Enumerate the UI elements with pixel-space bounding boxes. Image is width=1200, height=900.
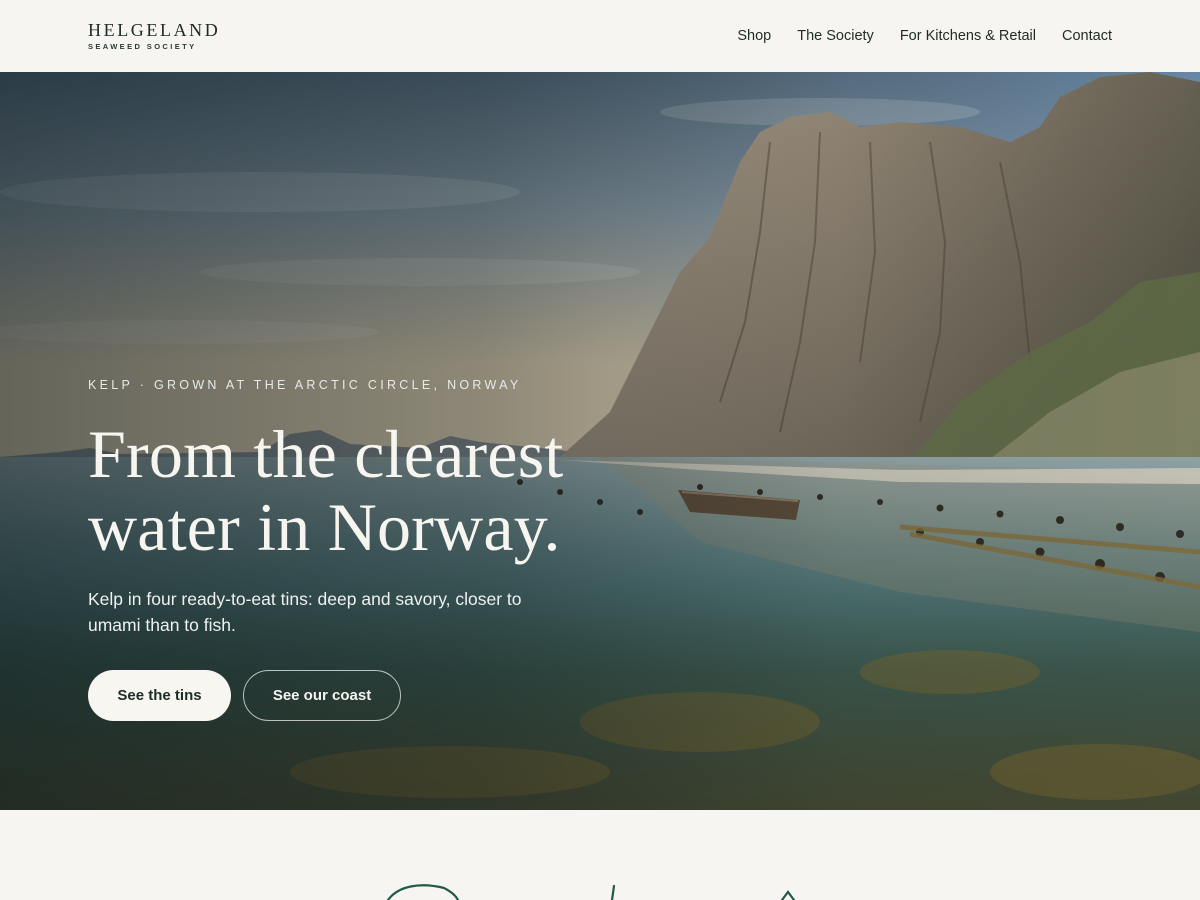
- hero-headline: From the clearest water in Norway.: [88, 418, 608, 564]
- logo-tagline: SEAWEED SOCIETY: [88, 42, 197, 51]
- hero-content: KELP · GROWN AT THE ARCTIC CIRCLE, NORWA…: [88, 378, 608, 721]
- next-section: [0, 810, 1200, 900]
- see-our-coast-button[interactable]: See our coast: [243, 670, 401, 721]
- logo-wordmark: HELGELAND: [88, 20, 221, 40]
- nav-shop[interactable]: Shop: [737, 28, 771, 44]
- hero-headline-line-2: water in Norway.: [88, 489, 561, 565]
- nav-contact[interactable]: Contact: [1062, 28, 1112, 44]
- main-nav: Shop The Society For Kitchens & Retail C…: [737, 28, 1112, 44]
- nav-kitchens-retail[interactable]: For Kitchens & Retail: [900, 28, 1036, 44]
- see-the-tins-button[interactable]: See the tins: [88, 670, 231, 721]
- hero-section: KELP · GROWN AT THE ARCTIC CIRCLE, NORWA…: [0, 72, 1200, 810]
- brand-logo[interactable]: HELGELAND SEAWEED SOCIETY: [88, 21, 220, 51]
- hero-cta-row: See the tins See our coast: [88, 670, 608, 721]
- site-header: HELGELAND SEAWEED SOCIETY Shop The Socie…: [0, 0, 1200, 72]
- hero-headline-line-1: From the clearest: [88, 416, 564, 492]
- nav-the-society[interactable]: The Society: [797, 28, 874, 44]
- hero-eyebrow: KELP · GROWN AT THE ARCTIC CIRCLE, NORWA…: [88, 378, 522, 392]
- hero-description: Kelp in four ready-to-eat tins: deep and…: [88, 589, 522, 635]
- section-illustration-partial: [386, 884, 796, 900]
